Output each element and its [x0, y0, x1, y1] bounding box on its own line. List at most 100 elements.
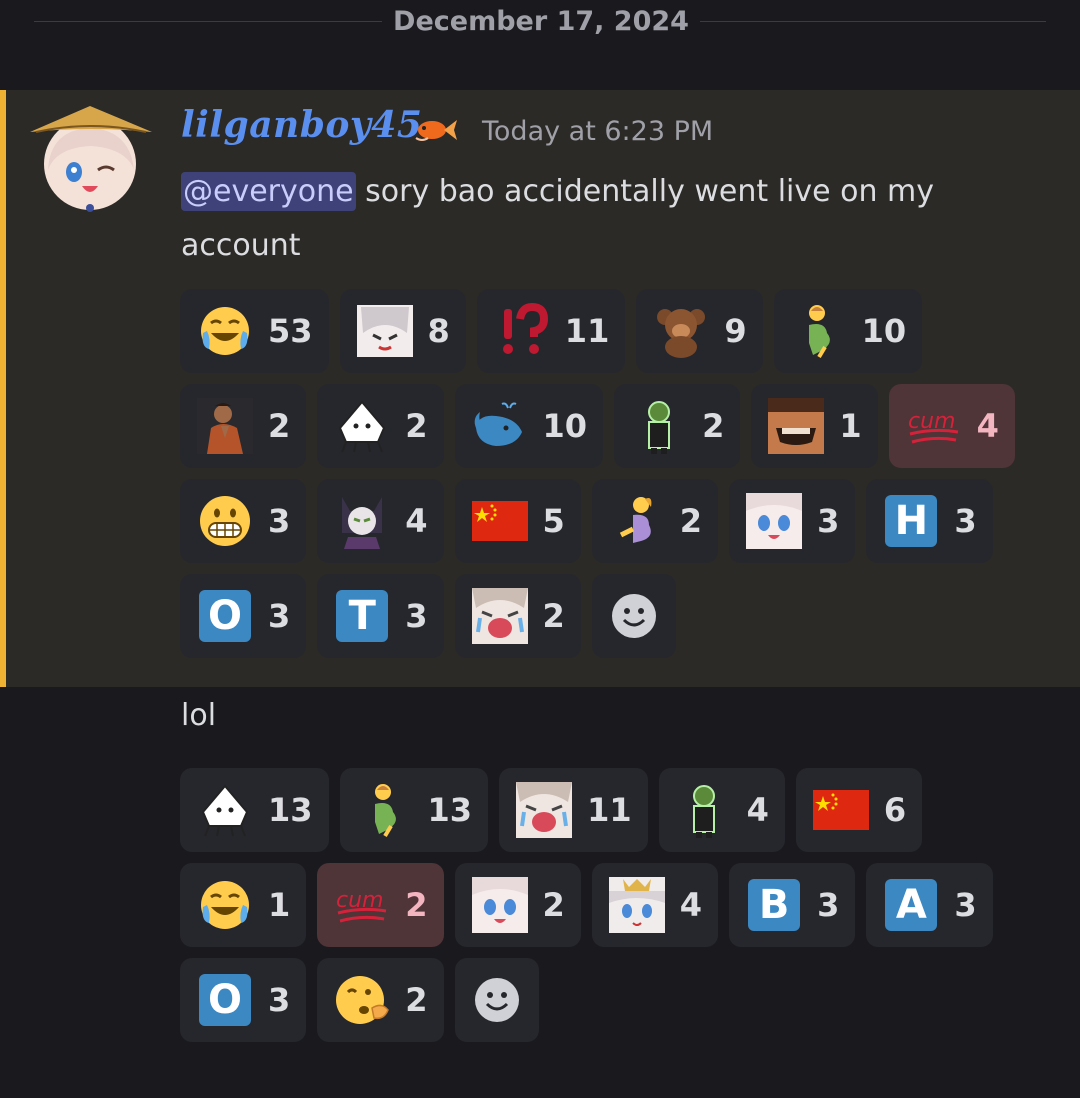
reaction-count: 6 — [883, 791, 907, 829]
date-divider: December 17, 2024 — [0, 0, 1080, 48]
letter-h-icon: H — [882, 492, 940, 550]
anime-face-icon — [471, 876, 529, 934]
reaction-pepe-suit[interactable]: 2 — [614, 384, 741, 468]
reaction-count: 2 — [542, 886, 565, 924]
pepe-suit-icon — [675, 781, 733, 839]
reaction-doodle-cat[interactable]: 2 — [317, 384, 444, 468]
reaction-joy[interactable]: 1 — [180, 863, 307, 947]
reaction-china-flag[interactable]: 5 — [454, 479, 581, 563]
reaction-letter-o[interactable]: O 3 — [180, 958, 307, 1042]
reaction-pregnant-man[interactable]: 10 — [773, 289, 923, 373]
china-flag-icon — [471, 492, 529, 550]
goldfish-icon — [412, 112, 458, 146]
reaction-count: 2 — [405, 407, 428, 445]
message-content: @everyone sory bao accidentally went liv… — [181, 165, 1041, 273]
letter-o-icon: O — [196, 587, 254, 645]
message-timestamp: Today at 6:23 PM — [482, 116, 714, 147]
reaction-count: 3 — [268, 597, 291, 635]
reaction-count: 3 — [954, 886, 977, 924]
reaction-blowing-kiss[interactable]: 2 — [317, 958, 444, 1042]
letter-b-glyph: B — [748, 879, 801, 931]
china-flag-icon — [812, 781, 870, 839]
whale-icon — [471, 397, 529, 455]
divider-date: December 17, 2024 — [393, 6, 689, 37]
reaction-monkey[interactable]: 9 — [636, 289, 763, 373]
reaction-count: 4 — [405, 502, 428, 540]
doodle-cat-icon — [196, 781, 254, 839]
mention-highlight-bar — [0, 90, 6, 687]
reaction-crying-anime[interactable]: 2 — [454, 574, 581, 658]
reaction-letter-t[interactable]: T 3 — [317, 574, 444, 658]
reaction-count: 4 — [746, 791, 769, 829]
everyone-mention[interactable]: @everyone — [181, 172, 356, 211]
add-reaction-button[interactable] — [454, 958, 539, 1042]
reaction-count: 2 — [702, 407, 725, 445]
doodle-cat-icon — [333, 397, 391, 455]
reaction-anime-face[interactable]: 2 — [454, 863, 581, 947]
crying-anime-icon — [471, 587, 529, 645]
reaction-cum[interactable]: cum 4 — [888, 384, 1015, 468]
reaction-cum[interactable]: cum 2 — [317, 863, 444, 947]
praying-man-icon — [196, 397, 254, 455]
interrobang-icon — [493, 302, 551, 360]
reaction-count: 3 — [817, 502, 840, 540]
cum-icon: cum — [905, 397, 963, 455]
reaction-count: 13 — [268, 791, 313, 829]
letter-t-icon: T — [333, 587, 391, 645]
letter-h-glyph: H — [885, 495, 938, 547]
reaction-pepe-suit[interactable]: 4 — [658, 768, 785, 852]
reaction-count: 11 — [564, 312, 610, 350]
reaction-letter-h[interactable]: H 3 — [866, 479, 993, 563]
reaction-count: 3 — [268, 502, 291, 540]
reaction-letter-a[interactable]: A 3 — [866, 863, 993, 947]
reaction-letter-o[interactable]: O 3 — [180, 574, 307, 658]
reaction-china-flag[interactable]: 6 — [795, 768, 923, 852]
reaction-cat-girl[interactable]: 4 — [317, 479, 444, 563]
reaction-count: 2 — [268, 407, 291, 445]
joy-emoji-icon — [196, 302, 254, 360]
smiley-icon — [468, 971, 526, 1029]
laughing-man-icon — [767, 397, 825, 455]
monkey-icon — [652, 302, 710, 360]
reaction-interrobang[interactable]: 11 — [476, 289, 626, 373]
reaction-count: 5 — [542, 502, 565, 540]
reaction-count: 9 — [724, 312, 747, 350]
divider-line-left — [34, 21, 382, 22]
letter-o-glyph: O — [199, 974, 251, 1026]
reaction-count: 13 — [427, 791, 473, 829]
anime-girl-emoji-icon — [356, 302, 414, 360]
reaction-anime-face[interactable]: 3 — [729, 479, 856, 563]
grimacing-icon — [196, 492, 254, 550]
reaction-crying-anime[interactable]: 11 — [499, 768, 648, 852]
reaction-bar-2: 13 13 11 4 6 1 cum 2 2 4 B 3 A 3 O 3 2 — [180, 768, 1050, 1042]
letter-t-glyph: T — [336, 590, 389, 642]
reaction-count: 10 — [542, 407, 588, 445]
add-reaction-button[interactable] — [591, 574, 676, 658]
reaction-anime-girl[interactable]: 8 — [339, 289, 466, 373]
reaction-pregnant-woman[interactable]: 2 — [591, 479, 719, 563]
letter-a-glyph: A — [885, 879, 938, 931]
second-message: lol — [181, 698, 217, 733]
reaction-count: 2 — [679, 502, 703, 540]
reaction-whale[interactable]: 10 — [454, 384, 604, 468]
letter-o-icon: O — [196, 971, 254, 1029]
author-name[interactable]: lilganboy45 — [181, 104, 422, 146]
divider-line-right — [700, 21, 1046, 22]
reaction-laughing-man[interactable]: 1 — [751, 384, 878, 468]
reaction-pregnant-man[interactable]: 13 — [339, 768, 489, 852]
blowing-kiss-icon — [333, 971, 391, 1029]
reaction-grimacing[interactable]: 3 — [180, 479, 307, 563]
reaction-anime-crown[interactable]: 4 — [591, 863, 719, 947]
reaction-count: 3 — [817, 886, 840, 924]
avatar[interactable] — [30, 100, 152, 212]
reaction-bar: 53 8 11 9 10 2 2 10 2 1 cum 4 3 4 5 2 3 … — [180, 289, 1020, 658]
pregnant-man-icon — [356, 781, 414, 839]
reaction-doodle-cat[interactable]: 13 — [180, 768, 329, 852]
reaction-praying-man[interactable]: 2 — [180, 384, 307, 468]
reaction-count: 4 — [976, 407, 999, 445]
reaction-letter-b[interactable]: B 3 — [729, 863, 856, 947]
reaction-count: 2 — [542, 597, 565, 635]
reaction-count: 3 — [405, 597, 428, 635]
reaction-joy[interactable]: 53 — [180, 289, 329, 373]
cum-icon: cum — [333, 876, 391, 934]
